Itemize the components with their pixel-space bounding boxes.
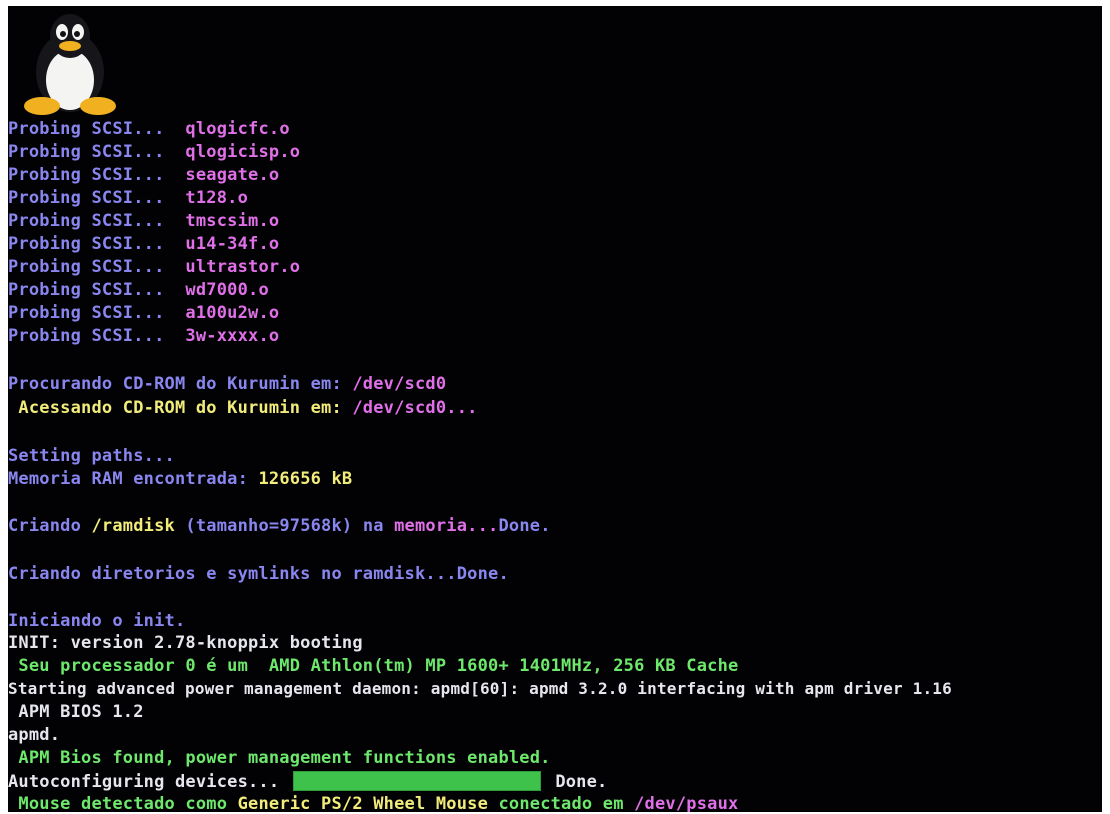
ramdisk-memory: memoria... (394, 516, 499, 536)
mouse-prefix: Mouse detectado como (8, 794, 228, 812)
ramdisk-line: Criando /ramdisk (tamanho=97568k) na mem… (8, 514, 551, 538)
setting-paths-line: Setting paths... (8, 446, 175, 466)
scsi-probe-line: Probing SCSI... ultrastor.o (8, 255, 300, 279)
autoconfig-done: Done. (555, 772, 608, 792)
scsi-module: u14-34f.o (185, 234, 280, 254)
scsi-module: a100u2w.o (185, 303, 280, 323)
ramdisk-prefix: Criando (8, 516, 82, 536)
tux-penguin-icon (24, 14, 116, 115)
scsi-module: seagate.o (185, 165, 280, 185)
scsi-probe-line: Probing SCSI... a100u2w.o (8, 301, 279, 325)
autoconfig-line: Autoconfiguring devices... Done. (8, 770, 608, 794)
cdrom-device: /dev/scd0 (352, 374, 447, 394)
ramdisk-size: (tamanho=97568k) (185, 516, 353, 536)
apmd-line: apmd. (8, 725, 61, 745)
mouse-model: Generic PS/2 Wheel Mouse (237, 794, 489, 812)
cdrom-access-line: Acessando CD-ROM do Kurumin em: /dev/scd… (8, 396, 478, 420)
ram-value: 126656 kB (258, 469, 353, 489)
probe-label: Probing SCSI... (8, 280, 165, 300)
probe-label: Probing SCSI... (8, 165, 165, 185)
scsi-probe-line: Probing SCSI... tmscsim.o (8, 209, 279, 233)
probe-label: Probing SCSI... (8, 234, 165, 254)
probe-label: Probing SCSI... (8, 303, 165, 323)
scsi-module: tmscsim.o (185, 211, 280, 231)
boot-console: Probing SCSI... qlogicfc.o Probing SCSI.… (8, 6, 1102, 812)
scsi-module: t128.o (185, 188, 249, 208)
scsi-module: ultrastor.o (185, 257, 301, 277)
init-start-line: Iniciando o init. (8, 611, 186, 631)
scsi-module: 3w-xxxx.o (185, 326, 280, 346)
scsi-probe-line: Probing SCSI... t128.o (8, 186, 248, 210)
cdrom-access-device: /dev/scd0... (352, 398, 478, 418)
probe-label: Probing SCSI... (8, 211, 165, 231)
scsi-module: wd7000.o (185, 280, 269, 300)
mouse-line: Mouse detectado como Generic PS/2 Wheel … (8, 792, 738, 812)
symlinks-line: Criando diretorios e symlinks no ramdisk… (8, 564, 509, 584)
probe-label: Probing SCSI... (8, 119, 165, 139)
probe-label: Probing SCSI... (8, 188, 165, 208)
ramdisk-on: na (362, 516, 384, 536)
apm-bios-line: APM BIOS 1.2 (8, 702, 144, 722)
scsi-probe-line: Probing SCSI... wd7000.o (8, 278, 269, 302)
cpu-line: Seu processador 0 é um AMD Athlon(tm) MP… (8, 656, 739, 676)
cdrom-search-line: Procurando CD-ROM do Kurumin em: /dev/sc… (8, 372, 446, 396)
autoconfig-progress-bar (293, 770, 542, 791)
ram-line: Memoria RAM encontrada: 126656 kB (8, 467, 352, 491)
scsi-module: qlogicfc.o (185, 119, 290, 139)
scsi-probe-line: Probing SCSI... qlogicisp.o (8, 140, 300, 164)
apm-found-line: APM Bios found, power management functio… (8, 748, 551, 768)
ramdisk-done: Done. (498, 516, 551, 536)
init-version-line: INIT: version 2.78-knoppix booting (8, 633, 363, 653)
mouse-device: /dev/psaux (634, 794, 739, 812)
scsi-probe-line: Probing SCSI... seagate.o (8, 163, 279, 187)
scsi-probe-line: Probing SCSI... qlogicfc.o (8, 117, 290, 141)
scsi-probe-line: Probing SCSI... u14-34f.o (8, 232, 279, 256)
probe-label: Probing SCSI... (8, 326, 165, 346)
scsi-module: qlogicisp.o (185, 142, 301, 162)
mouse-connected-label: conectado em (498, 794, 624, 812)
scsi-probe-line: Probing SCSI... 3w-xxxx.o (8, 324, 279, 348)
cdrom-access-label: Acessando CD-ROM do Kurumin em: (8, 398, 342, 418)
cdrom-search-label: Procurando CD-ROM do Kurumin em: (8, 374, 342, 394)
probe-label: Probing SCSI... (8, 142, 165, 162)
apmd-daemon-line: Starting advanced power management daemo… (8, 679, 952, 698)
ram-label: Memoria RAM encontrada: (8, 469, 249, 489)
probe-label: Probing SCSI... (8, 257, 165, 277)
ramdisk-path: /ramdisk (91, 516, 175, 536)
autoconfig-label: Autoconfiguring devices... (8, 772, 280, 792)
